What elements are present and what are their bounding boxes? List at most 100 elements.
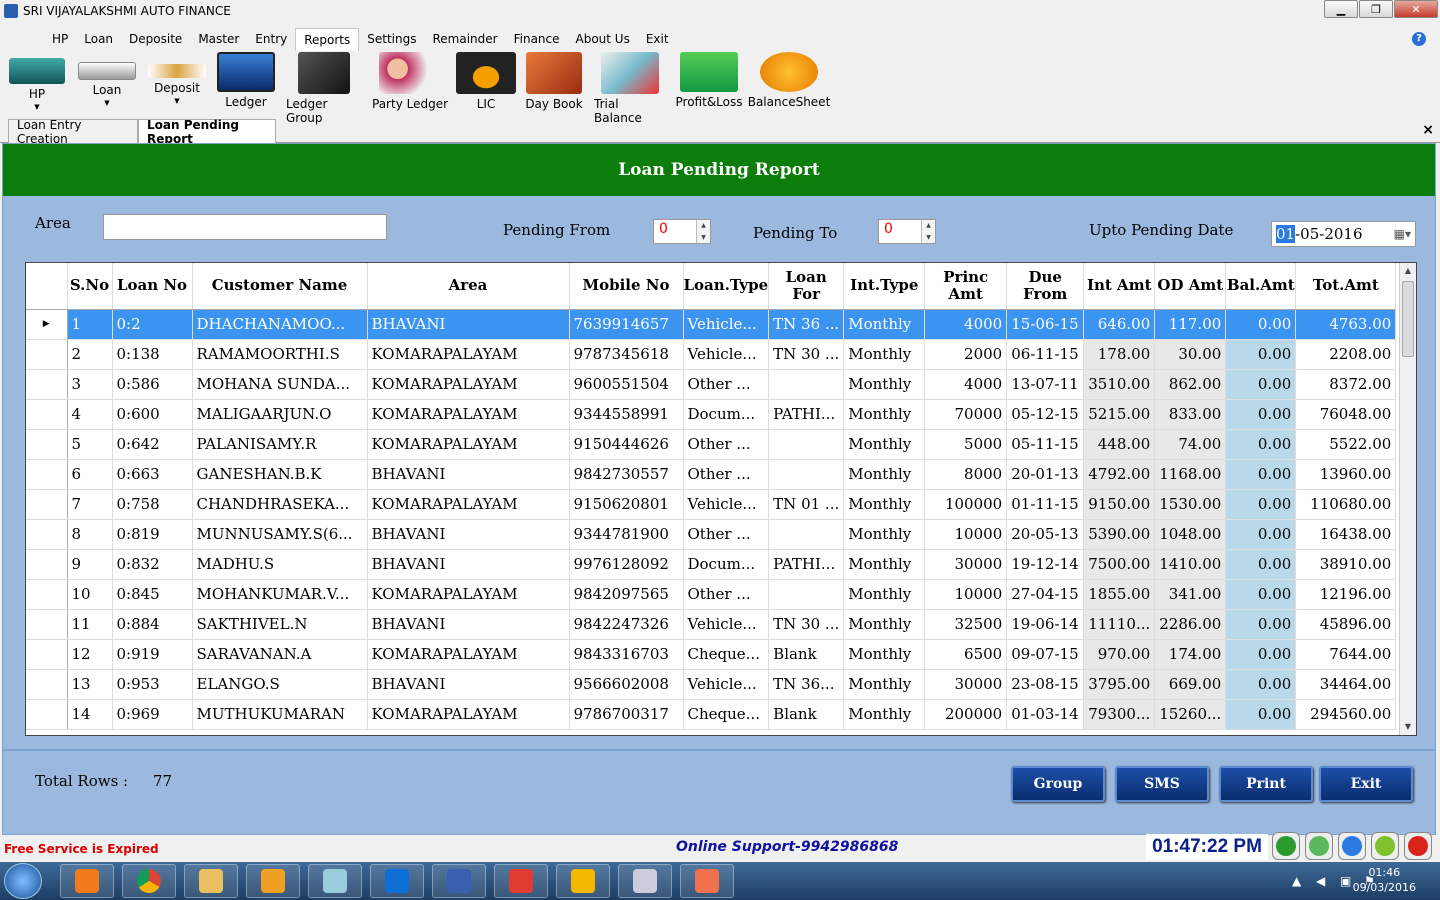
table-cell[interactable]: 9843316703 <box>569 639 684 670</box>
table-cell[interactable]: 0:758 <box>112 489 193 520</box>
menu-exit[interactable]: Exit <box>638 28 677 50</box>
table-cell[interactable]: 9344558991 <box>569 399 684 430</box>
table-cell[interactable]: 0.00 <box>1225 399 1297 430</box>
table-cell[interactable]: Docum... <box>683 549 770 580</box>
table-cell[interactable]: 05-11-15 <box>1006 429 1085 460</box>
col-customer-name[interactable]: Customer Name <box>192 263 368 310</box>
table-cell[interactable] <box>768 429 845 460</box>
table-cell[interactable]: KOMARAPALAYAM <box>367 429 570 460</box>
table-row[interactable]: 6 0:663 GANESHAN.B.K BHAVANI 9842730557 Other… <box>26 459 1397 490</box>
table-cell[interactable]: 76048.00 <box>1295 399 1397 430</box>
table-cell[interactable]: 8372.00 <box>1295 369 1397 400</box>
table-cell[interactable]: 79300... <box>1083 699 1156 730</box>
table-cell[interactable]: Monthly <box>843 699 926 730</box>
table-cell[interactable]: 1 <box>67 309 113 340</box>
table-cell[interactable]: 341.00 <box>1154 579 1227 610</box>
table-cell[interactable]: Other ... <box>683 459 770 490</box>
table-cell[interactable]: 06-11-15 <box>1006 339 1085 370</box>
table-cell[interactable] <box>768 369 845 400</box>
table-cell[interactable]: 1855.00 <box>1083 579 1156 610</box>
table-cell[interactable]: 13-07-11 <box>1006 369 1085 400</box>
toolbar-trial-balance[interactable]: Trial Balance <box>594 52 666 125</box>
taskbar-chrome[interactable] <box>122 864 176 898</box>
table-cell[interactable]: 09-07-15 <box>1006 639 1085 670</box>
table-cell[interactable]: 100000 <box>924 489 1008 520</box>
taskbar-media-player[interactable] <box>60 864 114 898</box>
table-cell[interactable]: Monthly <box>843 339 926 370</box>
tray-arrow-icon[interactable]: ▲ <box>1292 874 1301 888</box>
table-cell[interactable]: 0.00 <box>1225 429 1297 460</box>
table-cell[interactable]: Monthly <box>843 309 926 340</box>
table-cell[interactable]: Cheque... <box>683 639 770 670</box>
table-cell[interactable]: 178.00 <box>1083 339 1156 370</box>
toolbar-hp[interactable]: HP ▼ <box>8 52 66 111</box>
toolbar-ledger-group[interactable]: Ledger Group <box>286 52 362 125</box>
row-header-cell[interactable] <box>26 489 68 520</box>
table-cell[interactable]: 15260... <box>1154 699 1227 730</box>
table-cell[interactable]: 1048.00 <box>1154 519 1227 550</box>
toolbar-profit-loss[interactable]: Profit&Loss <box>676 52 743 109</box>
table-cell[interactable]: 8 <box>67 519 113 550</box>
table-cell[interactable]: Monthly <box>843 549 926 580</box>
pending-to-stepper[interactable]: 0 ▲ ▼ <box>878 219 936 244</box>
table-cell[interactable]: 9842247326 <box>569 609 684 640</box>
table-cell[interactable]: Vehicle... <box>683 669 770 700</box>
row-header-cell[interactable] <box>26 579 68 610</box>
refresh-button[interactable] <box>1371 832 1399 860</box>
table-cell[interactable]: Cheque... <box>683 699 770 730</box>
table-cell[interactable]: 10000 <box>924 519 1008 550</box>
mail-button[interactable] <box>1305 832 1333 860</box>
table-cell[interactable]: 3510.00 <box>1083 369 1156 400</box>
calendar-dropdown-icon[interactable]: ▦▾ <box>1394 227 1411 241</box>
table-cell[interactable]: 9976128092 <box>569 549 684 580</box>
col-mobile-no[interactable]: Mobile No <box>569 263 684 310</box>
menu-finance[interactable]: Finance <box>506 28 568 50</box>
table-cell[interactable]: 646.00 <box>1083 309 1156 340</box>
col-princ-amt[interactable]: Princ Amt <box>924 263 1008 310</box>
table-cell[interactable]: 4763.00 <box>1295 309 1397 340</box>
table-cell[interactable]: 30.00 <box>1154 339 1227 370</box>
taskbar-app-3[interactable] <box>432 864 486 898</box>
table-cell[interactable]: KOMARAPALAYAM <box>367 369 570 400</box>
table-cell[interactable]: 2286.00 <box>1154 609 1227 640</box>
table-cell[interactable]: 27-04-15 <box>1006 579 1085 610</box>
table-cell[interactable]: 0.00 <box>1225 609 1297 640</box>
table-cell[interactable]: BHAVANI <box>367 609 570 640</box>
table-cell[interactable]: 0:819 <box>112 519 193 550</box>
taskbar-paint[interactable] <box>680 864 734 898</box>
upto-date-picker[interactable]: 01 -05-2016 ▦▾ <box>1271 221 1416 247</box>
table-cell[interactable]: MALIGAARJUN.O <box>192 399 368 430</box>
col-loan-no[interactable]: Loan No <box>112 263 193 310</box>
row-header-cell[interactable] <box>26 339 68 370</box>
minimize-button[interactable]: ▁ <box>1324 0 1358 18</box>
table-cell[interactable]: 32500 <box>924 609 1008 640</box>
tab-loan-entry-creation[interactable]: Loan Entry Creation <box>8 118 138 146</box>
table-cell[interactable]: MOHANKUMAR.V... <box>192 579 368 610</box>
taskbar-app-5[interactable] <box>556 864 610 898</box>
exit-button[interactable]: Exit <box>1319 766 1413 802</box>
table-cell[interactable]: 0.00 <box>1225 579 1297 610</box>
volume-muted-icon[interactable]: ◀ <box>1316 874 1325 888</box>
taskbar-explorer[interactable] <box>184 864 238 898</box>
table-row[interactable]: 12 0:919 SARAVANAN.A KOMARAPALAYAM 984331670… <box>26 639 1397 670</box>
table-cell[interactable]: BHAVANI <box>367 309 570 340</box>
table-cell[interactable]: 833.00 <box>1154 399 1227 430</box>
table-cell[interactable] <box>768 519 845 550</box>
table-cell[interactable]: 9842097565 <box>569 579 684 610</box>
row-header-cell[interactable] <box>26 399 68 430</box>
table-cell[interactable]: KOMARAPALAYAM <box>367 579 570 610</box>
grid-vertical-scrollbar[interactable]: ▲ ▼ <box>1399 263 1416 735</box>
table-cell[interactable]: 0.00 <box>1225 339 1297 370</box>
row-header-cell[interactable] <box>26 369 68 400</box>
table-cell[interactable]: 11110... <box>1083 609 1156 640</box>
table-cell[interactable]: Vehicle... <box>683 339 770 370</box>
table-cell[interactable]: 9150620801 <box>569 489 684 520</box>
menu-deposite[interactable]: Deposite <box>121 28 190 50</box>
table-cell[interactable]: 9600551504 <box>569 369 684 400</box>
toolbar-deposit[interactable]: Deposit ▼ <box>146 52 208 105</box>
table-cell[interactable]: Other ... <box>683 429 770 460</box>
scroll-thumb[interactable] <box>1402 281 1414 357</box>
table-cell[interactable]: TN 36... <box>768 669 845 700</box>
table-cell[interactable]: Monthly <box>843 669 926 700</box>
table-cell[interactable]: BHAVANI <box>367 549 570 580</box>
